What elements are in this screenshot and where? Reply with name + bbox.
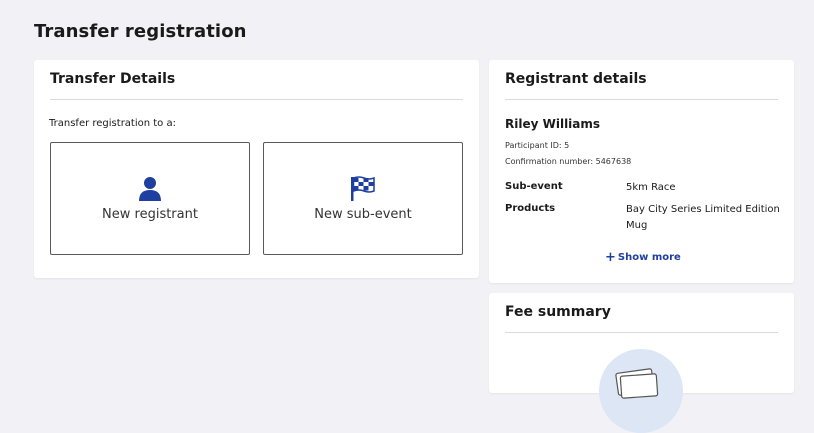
new-registrant-button[interactable]: New registrant: [50, 142, 250, 255]
new-registrant-label: New registrant: [102, 207, 198, 222]
divider: [505, 332, 778, 333]
plus-icon: +: [605, 249, 616, 265]
fee-summary-card: Fee summary: [489, 293, 794, 433]
person-icon: [138, 175, 162, 201]
products-label: Products: [505, 203, 556, 214]
transfer-details-card: Transfer Details Transfer registration t…: [34, 60, 479, 278]
show-more-label: Show more: [617, 252, 681, 263]
registrant-name: Riley Williams: [505, 117, 601, 131]
money-illustration-icon: [599, 349, 683, 433]
divider: [505, 99, 778, 100]
registrant-details-title: Registrant details: [505, 71, 647, 87]
confirmation-number: Confirmation number: 5467638: [505, 157, 632, 166]
transfer-details-title: Transfer Details: [50, 71, 176, 87]
sub-event-value: 5km Race: [626, 182, 676, 193]
new-sub-event-label: New sub-event: [314, 207, 412, 222]
sub-event-label: Sub-event: [505, 181, 563, 192]
checkered-flag-icon: [350, 175, 376, 201]
transfer-prompt: Transfer registration to a:: [49, 118, 176, 129]
show-more-link[interactable]: + Show more: [605, 249, 681, 265]
new-sub-event-button[interactable]: New sub-event: [263, 142, 463, 255]
registrant-details-card: Registrant details Riley Williams Partic…: [489, 60, 794, 283]
participant-id: Participant ID: 5: [505, 141, 570, 150]
page-title: Transfer registration: [34, 21, 247, 42]
products-value: Bay City Series Limited Edition Mug: [626, 204, 780, 231]
divider: [50, 99, 463, 100]
fee-summary-title: Fee summary: [505, 304, 611, 320]
